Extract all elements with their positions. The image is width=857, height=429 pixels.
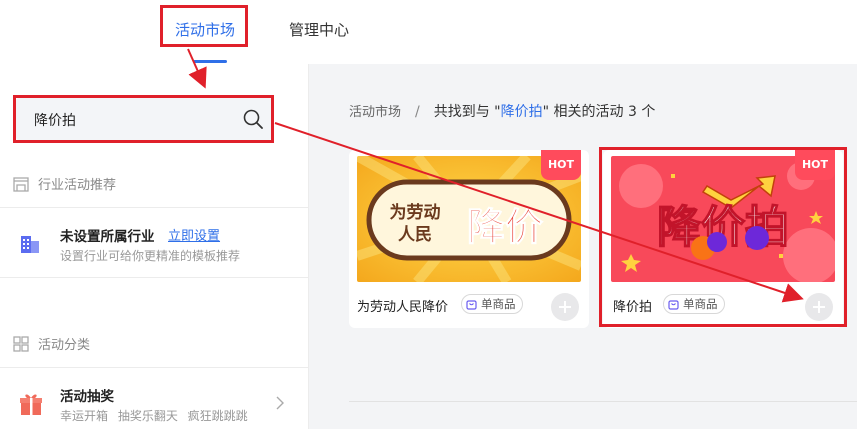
industry-desc: 设置行业可给你更精准的模板推荐 — [60, 249, 241, 263]
gift-icon — [20, 394, 42, 415]
result-prefix: 共找到与 " — [433, 104, 501, 120]
industry-section-title: 行业活动推荐 — [38, 178, 117, 193]
banner-big: 降价 — [467, 205, 543, 249]
banner-line2: 人民 — [398, 225, 432, 245]
divider — [0, 367, 309, 368]
grid-icon — [13, 335, 29, 352]
svg-text:HOT: HOT — [548, 158, 575, 171]
top-nav: 活动市场 管理中心 — [0, 0, 857, 64]
breadcrumb-separator: / — [415, 104, 420, 120]
banner-line1: 为劳动 — [390, 202, 441, 223]
chevron-right-icon — [276, 396, 284, 410]
divider — [0, 277, 309, 278]
search-keyword: 降价拍 — [500, 104, 543, 120]
highlight-box-card — [599, 147, 847, 327]
highlight-box-search — [13, 95, 274, 143]
breadcrumb: 活动市场 / 共找到与 "降价拍" 相关的活动 3 个 — [349, 101, 655, 121]
category-section-header: 活动分类 — [12, 334, 90, 353]
bag-icon — [466, 299, 477, 310]
result-suffix: " 相关的活动 3 个 — [542, 104, 656, 120]
building-icon — [21, 236, 39, 253]
divider — [0, 207, 309, 208]
highlight-box-tab — [160, 5, 248, 47]
shop-icon — [13, 176, 29, 192]
sidebar: 降价拍 行业活动推荐 未设置所属行业 立即设置 设置行业可给你更精准的模板推荐 — [0, 64, 309, 429]
card-tag-label: 单商品 — [481, 297, 516, 311]
category-section-title: 活动分类 — [38, 338, 91, 353]
card-tag: 单商品 — [461, 294, 523, 314]
tab-management-center[interactable]: 管理中心 — [289, 20, 349, 40]
industry-section-header: 行业活动推荐 — [12, 174, 116, 193]
industry-title: 未设置所属行业 — [60, 229, 155, 245]
divider — [349, 401, 857, 402]
activity-card[interactable]: 为劳动 人民 降价 HOT 为劳动人民降价 单商品 — [349, 150, 589, 328]
card-title: 为劳动人民降价 — [357, 300, 449, 315]
breadcrumb-root[interactable]: 活动市场 — [349, 105, 401, 120]
hot-badge: HOT — [541, 150, 581, 180]
lottery-desc: 幸运开箱 抽奖乐翻天 疯狂跳跳跳 — [60, 409, 248, 423]
set-industry-link[interactable]: 立即设置 — [168, 225, 220, 244]
active-tab-indicator — [193, 60, 227, 63]
lottery-title: 活动抽奖 — [60, 389, 114, 405]
add-button[interactable] — [551, 293, 579, 321]
